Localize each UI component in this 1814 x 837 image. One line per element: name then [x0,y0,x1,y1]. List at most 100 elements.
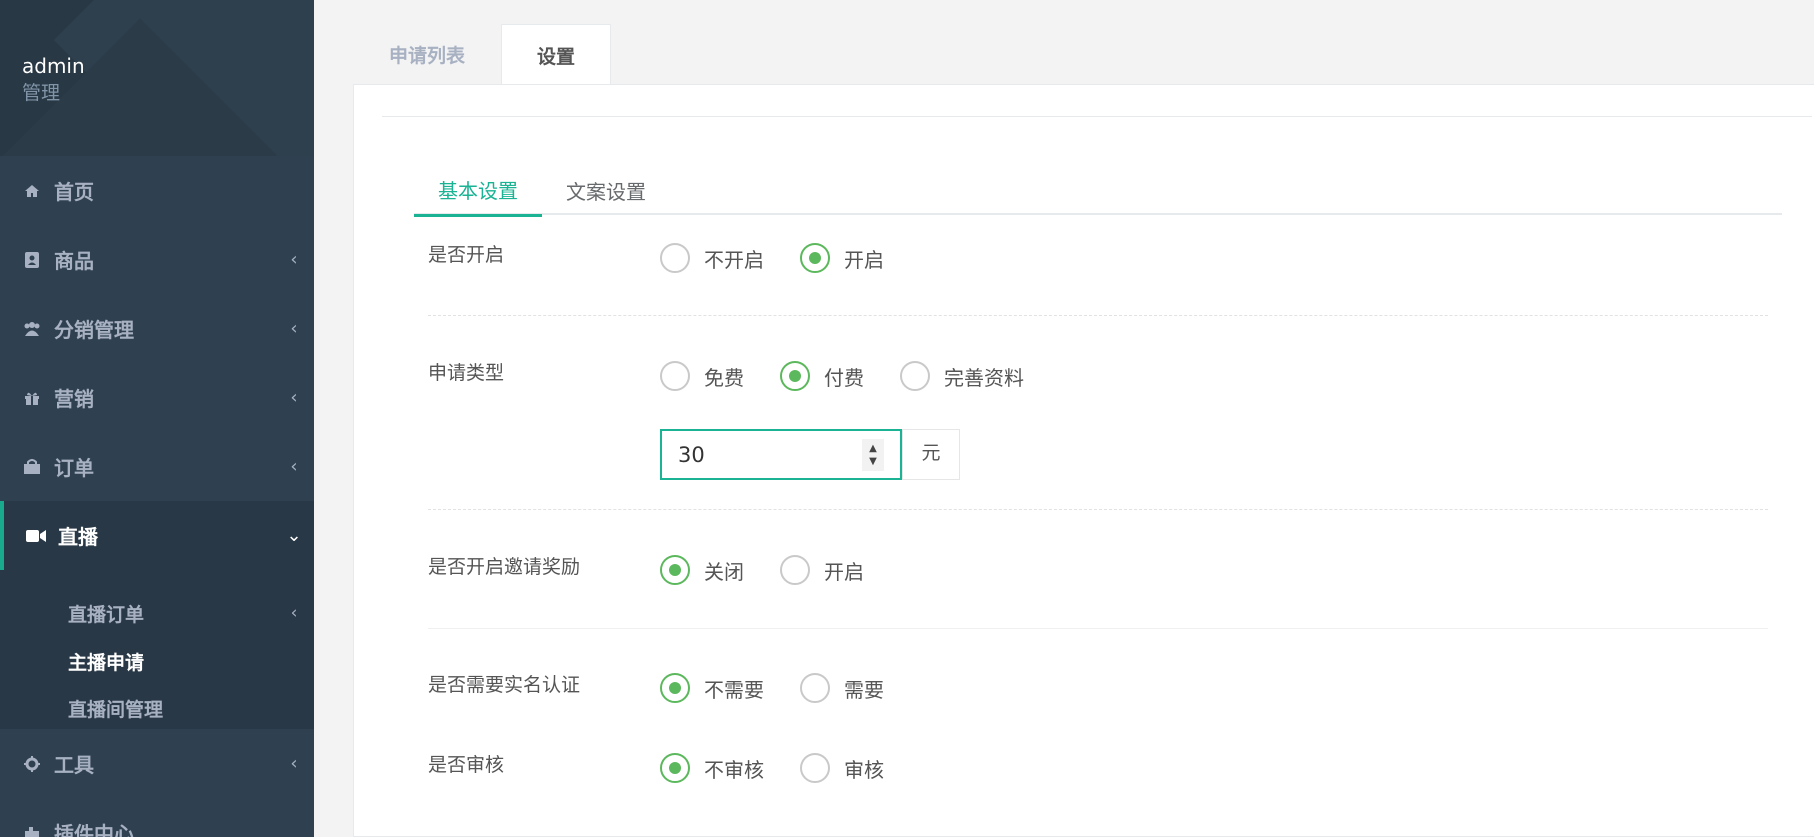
review-radio-group: 不审核 审核 [660,753,920,783]
apply-type-option-paid[interactable]: 付费 [780,361,864,391]
apply-type-option-profile[interactable]: 完善资料 [900,361,1024,391]
submenu-item-label: 直播订单 [68,603,145,626]
real-name-option-yes[interactable]: 需要 [800,673,884,703]
sidebar-item-live[interactable]: 直播 ⌄ [0,501,314,570]
chevron-left-icon: ‹ [290,753,298,774]
chevron-left-icon: ‹ [290,387,298,408]
chevron-down-icon: ⌄ [286,525,302,546]
radio-label: 关闭 [704,559,744,584]
invite-reward-option-on[interactable]: 开启 [780,555,864,585]
settings-panel: 基本设置 文案设置 是否开启 不开启 开启 申请类型 免费 付费 完善资料 30 [353,84,1814,837]
spin-down-icon[interactable]: ▼ [869,455,877,468]
gift-icon [22,388,42,408]
amount-input[interactable]: 30 ▲ ▼ [660,429,902,480]
radio-circle[interactable] [780,555,810,585]
radio-label: 开启 [844,247,884,272]
live-submenu: 直播订单 ‹ 主播申请 直播间管理 [0,570,314,729]
tab-basic-settings[interactable]: 基本设置 [414,165,542,217]
submenu-item-label: 直播间管理 [68,698,164,721]
radio-label: 免费 [704,365,744,390]
gear-icon [22,754,42,774]
enable-label: 是否开启 [428,244,505,266]
profile-header: admin 管理 [0,0,314,156]
sidebar-item-label: 工具 [54,753,94,777]
sidebar-item-goods[interactable]: 商品 ‹ [0,225,314,294]
review-option-no[interactable]: 不审核 [660,753,764,783]
puzzle-icon [22,823,42,837]
real-name-radio-group: 不需要 需要 [660,673,920,703]
number-spinner[interactable]: ▲ ▼ [862,438,884,471]
review-label: 是否审核 [428,754,505,776]
radio-circle[interactable] [800,753,830,783]
enable-radio-group: 不开启 开启 [660,243,920,273]
radio-circle[interactable] [660,753,690,783]
sidebar-item-label: 直播 [58,525,98,549]
apply-type-label: 申请类型 [428,362,505,384]
chevron-left-icon: ‹ [290,456,298,477]
radio-circle[interactable] [660,361,690,391]
profile-name[interactable]: admin [22,52,314,80]
radio-label: 不开启 [704,247,764,272]
tab-copy-settings[interactable]: 文案设置 [542,165,670,215]
radio-label: 需要 [844,677,884,702]
divider [428,315,1768,316]
radio-label: 完善资料 [944,365,1024,390]
radio-label: 不需要 [704,677,764,702]
sidebar-item-orders[interactable]: 订单 ‹ [0,432,314,501]
chevron-left-icon: ‹ [290,249,298,270]
tab-settings[interactable]: 设置 [501,24,611,85]
sidebar-item-label: 订单 [54,456,94,480]
home-icon [22,181,42,201]
sidebar-item-label: 营销 [54,387,94,411]
submenu-item-anchor-apply[interactable]: 主播申请 [68,641,314,681]
amount-value[interactable]: 30 [662,443,862,467]
sidebar-item-distribution[interactable]: 分销管理 ‹ [0,294,314,363]
radio-label: 付费 [824,365,864,390]
sidebar-item-home[interactable]: 首页 [0,156,314,225]
sidebar-item-label: 商品 [54,249,94,273]
radio-circle[interactable] [800,673,830,703]
chevron-left-icon: ‹ [290,603,298,623]
apply-type-option-free[interactable]: 免费 [660,361,744,391]
submenu-item-live-room[interactable]: 直播间管理 [68,688,314,728]
submenu-item-label: 主播申请 [68,651,145,674]
tab-apply-list[interactable]: 申请列表 [353,24,501,85]
sidebar-item-label: 首页 [54,180,94,204]
radio-circle[interactable] [780,361,810,391]
radio-label: 开启 [824,559,864,584]
review-option-yes[interactable]: 审核 [800,753,884,783]
divider [428,509,1768,510]
spin-up-icon[interactable]: ▲ [869,442,877,455]
profile-role: 管理 [22,82,61,104]
sidebar-item-tools[interactable]: 工具 ‹ [0,729,314,798]
sidebar-item-marketing[interactable]: 营销 ‹ [0,363,314,432]
divider [382,116,1812,117]
users-icon [22,319,42,339]
radio-circle[interactable] [660,673,690,703]
real-name-label: 是否需要实名认证 [428,674,581,696]
apply-type-radio-group: 免费 付费 完善资料 [660,361,1060,391]
radio-label: 不审核 [704,757,764,782]
address-book-icon [22,250,42,270]
amount-unit: 元 [902,429,960,480]
settings-subtabs: 基本设置 文案设置 [414,165,1782,217]
real-name-option-no[interactable]: 不需要 [660,673,764,703]
divider [428,628,1768,629]
chevron-left-icon: ‹ [290,318,298,339]
shopping-bag-icon [22,457,42,477]
submenu-item-live-orders[interactable]: 直播订单 ‹ [68,593,314,633]
enable-option-off[interactable]: 不开启 [660,243,764,273]
invite-reward-option-off[interactable]: 关闭 [660,555,744,585]
sidebar-item-label: 插件中心 [54,822,134,837]
sidebar: admin 管理 首页 商品 ‹ 分销管理 ‹ 营销 ‹ 订单 ‹ 直播 ⌄ 直… [0,0,314,837]
invite-reward-radio-group: 关闭 开启 [660,555,900,585]
invite-reward-label: 是否开启邀请奖励 [428,556,581,578]
sidebar-item-plugins[interactable]: 插件中心 [0,798,314,837]
enable-option-on[interactable]: 开启 [800,243,884,273]
radio-circle[interactable] [900,361,930,391]
sidebar-item-label: 分销管理 [54,318,134,342]
radio-circle[interactable] [660,243,690,273]
radio-circle[interactable] [800,243,830,273]
radio-circle[interactable] [660,555,690,585]
video-camera-icon [26,526,46,546]
